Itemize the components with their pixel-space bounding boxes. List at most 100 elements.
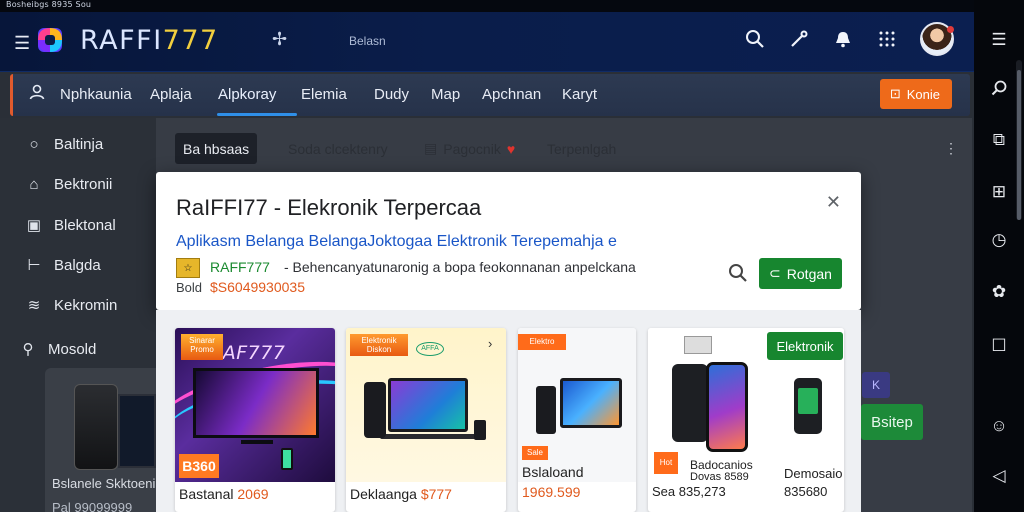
accessory-image [684, 336, 712, 354]
list-icon[interactable]: ☰ [987, 28, 1011, 52]
tablet-image [560, 378, 622, 428]
phone-image [536, 386, 556, 434]
dialog-title: RaIFFI77 - Elekronik Terpercaa [176, 195, 482, 220]
sidebar-item-5[interactable]: ≋ Kekromin [26, 296, 118, 315]
sidebar-item-label: Baltinja [54, 136, 104, 153]
bookmark-icon[interactable]: K [862, 372, 890, 398]
sidebar-product-caption: Bslanele Skktoenir [52, 476, 160, 491]
sidebar-item-6[interactable]: ⚲ Mosold [20, 340, 97, 359]
heart-icon: ♥ [506, 140, 516, 157]
top-actions [744, 22, 954, 56]
tab-category-3[interactable]: Alpkoray [218, 86, 276, 103]
phone-image [706, 362, 748, 452]
product-card[interactable]: Elektronik Hot Badocanios Dovas 8589 Dem… [648, 328, 844, 512]
tab-category-5[interactable]: Dudy [374, 86, 409, 103]
product-card[interactable]: RAF777 Sinarar Promo B360 Bastanal 2069 [175, 328, 335, 512]
topbar-caption: Belasn [349, 34, 386, 48]
sidebar-item-2[interactable]: ⌂ Bektronii [26, 176, 112, 193]
clock-icon[interactable]: ◷ [987, 228, 1011, 252]
info-dialog: RaIFFI77 - Elekronik Terpercaa ✕ Aplikas… [156, 172, 861, 310]
status-bar: Bosheibgs 8935 Sou ⚯ ◔ ▮ [0, 0, 1024, 12]
promo-tag: Sinarar Promo [181, 334, 223, 360]
hot-tag: Hot [654, 452, 678, 474]
sidebar-item-3[interactable]: ▣ Blektonal [26, 216, 116, 235]
tab-category-2[interactable]: Aplaja [150, 86, 192, 103]
active-tab-indicator [217, 113, 297, 116]
sidebar-item-4[interactable]: ⊢ Balgda [26, 256, 101, 275]
more-icon[interactable]: ⋮ [944, 140, 958, 157]
back-icon[interactable]: ◁ [987, 464, 1011, 488]
sidebar-item-label: Kekromin [54, 296, 118, 314]
tab-category-7[interactable]: Apchnan [482, 86, 541, 103]
product-card[interactable]: Elektro Sale Bslaloand 1969.599 [518, 328, 636, 512]
sidebar-item-label: Balgda [54, 256, 101, 274]
chevron-right-icon[interactable]: › [488, 336, 492, 351]
chip-3[interactable]: ▤ Pagocnik ♥ [424, 133, 515, 164]
chip-3-label: Pagocnik [443, 140, 501, 157]
dialog-action-button[interactable]: ⊂ Rotgan [759, 258, 842, 289]
promo-tag: Elektronik Diskon [350, 334, 408, 356]
tab-category-4[interactable]: Elemia [301, 86, 347, 103]
scrollbar-thumb[interactable] [1017, 70, 1021, 220]
dialog-subtitle-link[interactable]: Aplikasm Belanga BelangaJoktogaa Elektro… [176, 233, 617, 251]
phone-image [794, 378, 822, 434]
puzzle-icon[interactable]: ✿ [987, 280, 1011, 304]
product-price: $777 [420, 486, 452, 502]
tag-icon: ⊢ [27, 257, 41, 274]
search-rail-icon[interactable] [987, 76, 1011, 100]
search-icon[interactable] [728, 263, 748, 289]
grid-icon[interactable]: ⊞ [987, 180, 1011, 204]
product-badge: B360 [179, 454, 219, 478]
emoji-icon[interactable]: ☺ [987, 414, 1011, 438]
dialog-number: $S6049930035 [210, 279, 305, 295]
dialog-brand: RAFF777 [210, 259, 270, 275]
brand-word: RAFFI [80, 25, 163, 56]
app-logo-icon [38, 28, 62, 52]
product-price: 1969.599 [522, 484, 581, 500]
brand-name[interactable]: RAFFI777 [80, 25, 219, 56]
category-label-button[interactable]: Elektronik [767, 332, 843, 360]
chip-4[interactable]: Terpenlgah [547, 133, 616, 164]
bell-icon[interactable] [832, 28, 854, 50]
share-icon[interactable]: ⧉ [987, 128, 1011, 152]
product-image: Elektro Sale [518, 328, 636, 482]
sidebar-product-price: Pal 99099999 [52, 500, 133, 512]
product-card[interactable]: Elektronik Diskon AFFA › Deklaanga $777 [346, 328, 506, 512]
monitor-icon: ▣ [26, 217, 42, 234]
chip-active[interactable]: Ba hbsaas [175, 133, 258, 164]
tool-icon[interactable] [788, 28, 810, 50]
product-price-b: 835680 [784, 484, 828, 499]
sidebar-item-label: Mosold [48, 340, 97, 358]
tab-category-8[interactable]: Karyt [562, 86, 597, 103]
nav-cta-button[interactable]: ⊡ Konie [879, 79, 952, 109]
search-icon: ⚲ [22, 341, 34, 358]
product-price-a: Sea 835,273 [652, 484, 726, 499]
nav-cta-label: Konie [906, 86, 940, 102]
menu-icon[interactable]: ☰ [14, 33, 30, 54]
tab-category-6[interactable]: Map [431, 86, 460, 103]
product-logo: AFFA [416, 342, 444, 356]
product-price: 2069 [237, 486, 269, 502]
side-action-button[interactable]: Bsitep [861, 404, 923, 440]
laptop-base [380, 434, 476, 439]
status-text: Bosheibgs 8935 Sou [6, 0, 92, 9]
sidebar-item-1[interactable]: ○ Baltinja [26, 136, 103, 153]
notification-dot [947, 26, 954, 33]
sparkle-icon[interactable]: ✢ [272, 29, 287, 50]
product-title-text: Deklaanga [350, 486, 417, 502]
calendar-icon: ▤ [424, 140, 438, 156]
user-icon[interactable] [29, 84, 45, 105]
close-icon[interactable]: ✕ [826, 192, 841, 213]
phone-image [281, 448, 293, 470]
promo-tag: Elektro [518, 334, 566, 350]
chip-2[interactable]: Soda clcektenry [288, 133, 388, 164]
category-nav: Nphkaunia Aplaja Alpkoray Elemia Dudy Ma… [10, 74, 970, 116]
product-title: Bastanal 2069 [179, 486, 269, 502]
apps-grid-icon[interactable] [876, 28, 898, 50]
sidebar-item-label: Bektronii [54, 176, 113, 193]
user-avatar[interactable] [920, 22, 954, 56]
dialog-description: - Behencanyatunaronig a bopa feokonnanan… [284, 259, 636, 275]
tab-category-1[interactable]: Nphkaunia [60, 86, 132, 103]
square-icon[interactable]: ☐ [987, 334, 1011, 358]
search-icon[interactable] [744, 28, 766, 50]
